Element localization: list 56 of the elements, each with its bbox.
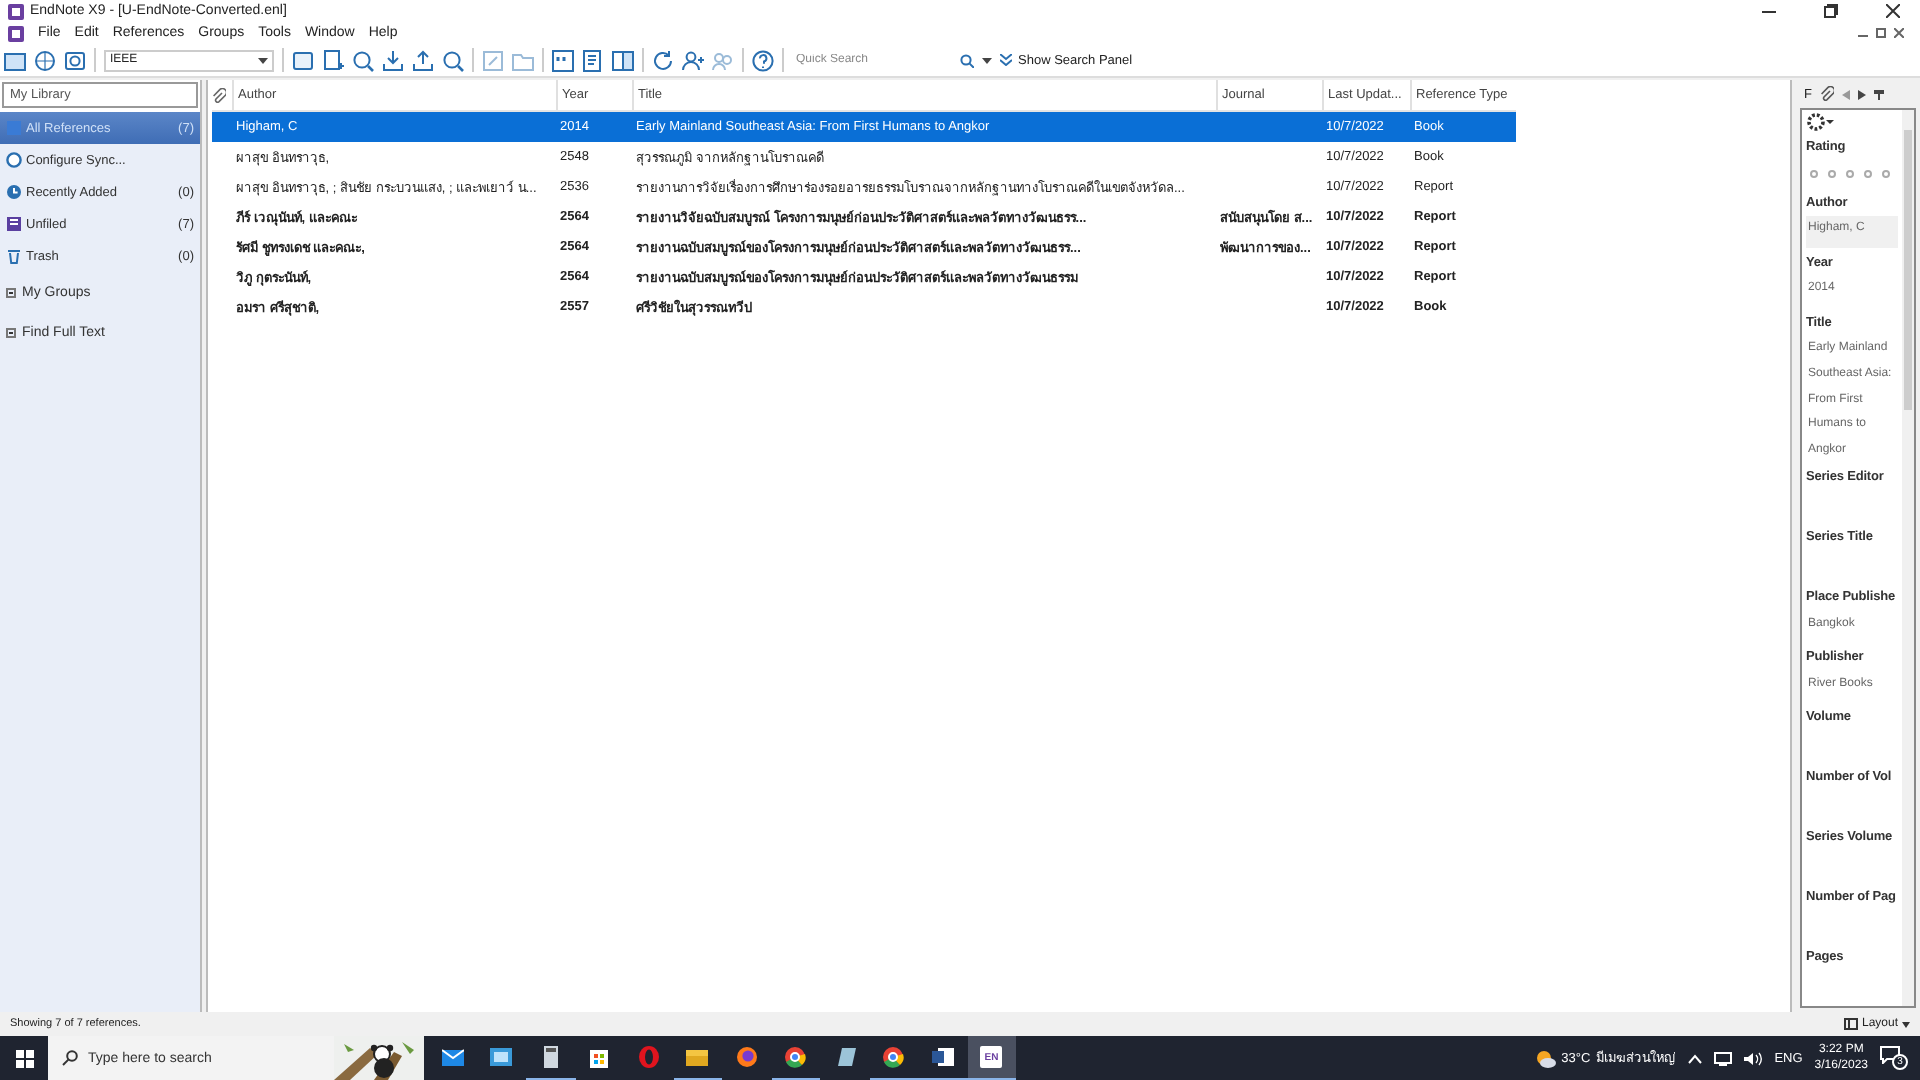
online-search-icon[interactable]	[352, 49, 374, 71]
word-icon	[931, 1046, 954, 1068]
format-document-icon[interactable]	[612, 49, 634, 71]
export-icon[interactable]	[412, 49, 434, 71]
dropdown-arrow-icon[interactable]	[982, 57, 992, 63]
clock-icon	[6, 184, 22, 200]
firefox-icon	[735, 1046, 758, 1068]
chrome-icon	[784, 1046, 807, 1068]
sync-library-icon[interactable]	[64, 49, 86, 71]
calculator-icon	[539, 1046, 562, 1068]
mail-icon	[441, 1046, 464, 1068]
collapse-icon[interactable]	[6, 287, 16, 297]
library-icon	[6, 120, 22, 136]
settings-icon[interactable]	[1806, 112, 1834, 132]
dropdown-arrow-icon	[258, 57, 268, 63]
photos-icon	[490, 1046, 513, 1068]
store-icon	[588, 1046, 611, 1068]
unfiled-icon	[6, 216, 22, 232]
import-icon[interactable]	[382, 49, 404, 71]
notification-icon	[1880, 1046, 1900, 1064]
double-chevron-icon	[1000, 54, 1012, 66]
notes-icon	[833, 1046, 856, 1068]
new-reference-icon[interactable]	[322, 49, 344, 71]
attachment-icon[interactable]	[1819, 86, 1834, 102]
trash-icon	[6, 248, 22, 264]
collapse-icon[interactable]	[6, 327, 16, 337]
quote-icon[interactable]	[552, 49, 574, 71]
windows-start-icon[interactable]	[15, 1049, 33, 1067]
sync-icon	[6, 152, 22, 168]
next-icon[interactable]	[1857, 89, 1866, 99]
restore-icon[interactable]	[1824, 4, 1838, 18]
chevron-up-icon[interactable]	[1688, 1053, 1703, 1063]
help-icon[interactable]	[752, 49, 774, 71]
dropdown-arrow-icon	[1902, 1021, 1910, 1027]
search-icon[interactable]	[960, 53, 974, 67]
close-icon[interactable]	[1886, 4, 1900, 18]
pin-icon[interactable]	[1873, 89, 1884, 99]
restore-icon[interactable]	[1876, 28, 1886, 38]
edit-document-icon[interactable]	[582, 49, 604, 71]
attachment-icon	[212, 87, 226, 103]
copy-icon[interactable]	[292, 49, 314, 71]
layout-icon	[1843, 1018, 1858, 1030]
close-icon[interactable]	[1894, 28, 1904, 38]
scrollbar-thumb[interactable]	[1904, 130, 1912, 410]
find-full-text-icon[interactable]	[442, 49, 464, 71]
share-user-icon[interactable]	[682, 49, 704, 71]
chrome-icon	[882, 1046, 905, 1068]
opera-icon	[637, 1046, 660, 1068]
sun-cloud-icon	[1535, 1049, 1556, 1067]
folder-icon[interactable]	[4, 49, 26, 71]
sync-icon[interactable]	[652, 49, 674, 71]
network-icon[interactable]	[1714, 1051, 1733, 1065]
file-explorer-icon	[686, 1046, 709, 1068]
speaker-icon[interactable]	[1744, 1051, 1763, 1065]
globe-icon[interactable]	[34, 49, 56, 71]
search-icon	[62, 1050, 78, 1066]
